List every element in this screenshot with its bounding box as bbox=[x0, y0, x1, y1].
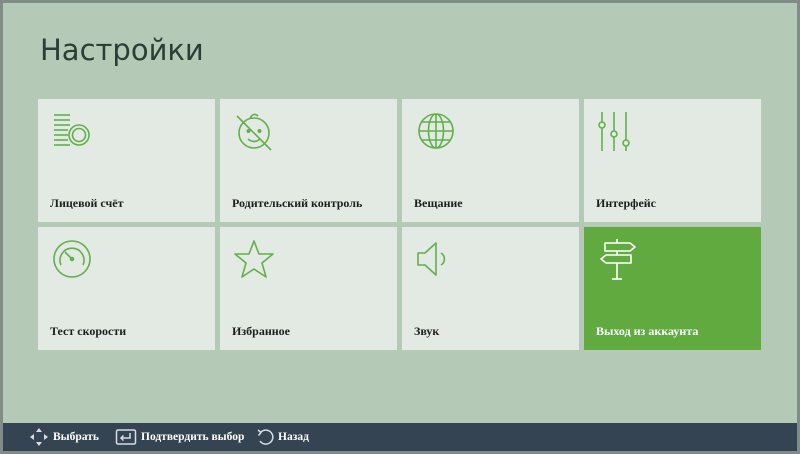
tile-account-balance[interactable]: Лицевой счёт bbox=[38, 99, 215, 222]
settings-screen: Настройки Лицевой счёт Родительский конт… bbox=[3, 3, 797, 451]
hint-confirm: Подтвердить выбор bbox=[115, 423, 244, 451]
tile-label: Родительский контроль bbox=[232, 196, 363, 210]
star-icon bbox=[232, 237, 276, 281]
tile-label: Звук bbox=[414, 324, 440, 338]
hint-select: Выбрать bbox=[29, 423, 99, 451]
child-restricted-icon bbox=[232, 109, 276, 153]
globe-icon bbox=[414, 109, 458, 153]
dpad-arrows-icon bbox=[29, 427, 49, 447]
tile-broadcasting[interactable]: Вещание bbox=[402, 99, 579, 222]
sliders-icon bbox=[596, 109, 640, 153]
tile-parental-control[interactable]: Родительский контроль bbox=[220, 99, 397, 222]
bottom-hint-bar: Выбрать Подтвердить выбор Назад bbox=[3, 423, 797, 451]
coins-icon bbox=[50, 109, 94, 153]
tile-label: Выход из аккаунта bbox=[596, 324, 699, 338]
tile-speed-test[interactable]: Тест скорости bbox=[38, 227, 215, 350]
signpost-icon bbox=[596, 237, 640, 281]
tile-interface[interactable]: Интерфейс bbox=[584, 99, 761, 222]
hint-label: Назад bbox=[278, 431, 309, 443]
tile-logout[interactable]: Выход из аккаунта bbox=[584, 227, 761, 350]
tile-label: Тест скорости bbox=[50, 324, 127, 338]
tile-favorites[interactable]: Избранное bbox=[220, 227, 397, 350]
hint-label: Подтвердить выбор bbox=[141, 431, 245, 443]
tile-sound[interactable]: Звук bbox=[402, 227, 579, 350]
tile-label: Лицевой счёт bbox=[50, 196, 124, 210]
speedometer-icon bbox=[50, 237, 94, 281]
tile-label: Интерфейс bbox=[596, 196, 657, 210]
enter-key-icon bbox=[115, 427, 137, 447]
tile-label: Вещание bbox=[414, 196, 463, 210]
hint-label: Выбрать bbox=[53, 431, 99, 443]
speaker-icon bbox=[414, 237, 458, 281]
back-arrow-icon bbox=[256, 427, 274, 447]
tile-label: Избранное bbox=[232, 324, 290, 338]
hint-back: Назад bbox=[256, 423, 309, 451]
page-title: Настройки bbox=[40, 33, 204, 67]
